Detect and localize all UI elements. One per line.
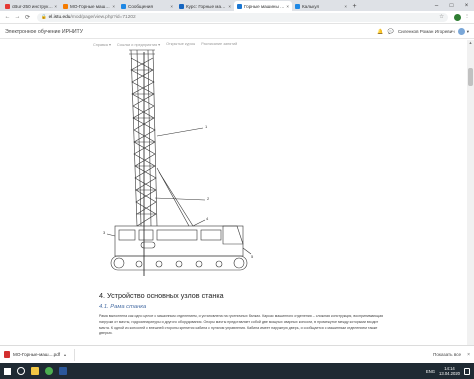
address-bar-row: ← → ⟳ 🔒 el.istu.edu /mod/page/view.php?i… <box>0 11 474 24</box>
drawing-label-1: 1 <box>205 124 208 129</box>
tab-favicon-icon <box>179 3 184 9</box>
tab-close-icon[interactable]: × <box>286 4 289 9</box>
download-options-caret-icon[interactable]: ▴ <box>64 352 66 357</box>
user-menu-caret-icon[interactable]: ▾ <box>467 29 469 35</box>
language-indicator[interactable]: ENG <box>426 369 435 374</box>
site-name-link[interactable]: Электронное обучение ИРНИТУ <box>5 29 83 35</box>
tab-close-icon[interactable]: × <box>344 4 347 9</box>
forward-button[interactable]: → <box>13 13 22 22</box>
tab-title: Горные машины и оборудование <box>244 3 285 9</box>
browser-tab-strip: cBur-250 инструкция - Яндекс×МО-Горные м… <box>0 0 474 11</box>
section-heading: 4. Устройство основных узлов станка <box>99 291 224 300</box>
tab-favicon-icon <box>63 3 68 9</box>
tab-list: cBur-250 инструкция - Яндекс×МО-Горные м… <box>0 0 350 11</box>
browser-profile-avatar[interactable] <box>454 13 461 21</box>
drilling-rig-drawing: 1 2 3 4 5 <box>103 49 254 276</box>
tab-close-icon[interactable]: × <box>228 4 231 9</box>
tab-close-icon[interactable]: × <box>170 4 173 9</box>
taskbar-search-button[interactable] <box>14 363 28 379</box>
url-path: /mod/page/view.php?id=71202 <box>70 14 136 20</box>
drawing-label-3: 3 <box>103 230 106 235</box>
clock-date: 13.04.2020 <box>439 371 460 376</box>
maximize-button[interactable]: □ <box>444 0 459 11</box>
tab-title: Курс: Горные машины <box>186 3 228 9</box>
tab-favicon-icon <box>121 3 126 9</box>
nav-schedule[interactable]: Расписание занятий <box>201 42 237 46</box>
show-all-downloads-link[interactable]: Показать все <box>433 352 461 357</box>
tab-close-icon[interactable]: × <box>112 4 115 9</box>
browser-tab[interactable]: cBur-250 инструкция - Яндекс× <box>2 1 60 11</box>
drawing-label-2: 2 <box>207 196 210 201</box>
browser-tab[interactable]: Калькул × <box>292 1 350 11</box>
notifications-bell-icon[interactable]: 🔔 <box>377 29 383 35</box>
minimize-button[interactable]: – <box>429 0 444 11</box>
tab-favicon-icon <box>5 3 10 9</box>
browser-tab[interactable]: Горные машины и оборудование× <box>234 1 292 11</box>
nav-links[interactable]: Ссылки и предприятия ▾ <box>117 42 160 47</box>
browser-tab[interactable]: МО-Горные машины × <box>60 1 118 11</box>
lock-icon: 🔒 <box>41 14 47 19</box>
user-menu-area: 🔔 💬 Силенков Роман Игоревич ▾ <box>377 28 469 35</box>
subsection-heading: 4.1. Рама станка <box>99 304 147 310</box>
browser-menu-icon[interactable]: ⋮ <box>463 13 471 21</box>
explorer-icon <box>31 367 39 375</box>
os-taskbar: ENG 14:14 13.04.2020 <box>0 363 474 379</box>
nav-help[interactable]: Справка ▾ <box>93 42 111 47</box>
download-shelf: МО-Горные-маш....pdf ▴ Показать все × <box>0 345 474 363</box>
back-button[interactable]: ← <box>3 13 12 22</box>
notification-center-icon[interactable] <box>464 367 470 375</box>
user-name[interactable]: Силенков Роман Игоревич <box>398 29 455 34</box>
page-content: 1 2 3 4 5 4. Устройство основных узлов с… <box>93 48 391 350</box>
tab-favicon-icon <box>237 3 242 9</box>
taskbar-explorer-button[interactable] <box>28 363 42 379</box>
close-window-button[interactable]: × <box>459 0 474 11</box>
new-tab-button[interactable]: + <box>350 1 359 11</box>
start-button[interactable] <box>0 363 14 379</box>
taskbar-chrome-button[interactable] <box>42 363 56 379</box>
word-icon <box>59 367 67 375</box>
chrome-icon <box>45 367 53 375</box>
browser-tab[interactable]: Сообщения × <box>118 1 176 11</box>
system-tray: ENG 14:14 13.04.2020 <box>426 366 474 376</box>
site-header: Электронное обучение ИРНИТУ 🔔 💬 Силенков… <box>0 25 474 39</box>
close-download-shelf-icon[interactable]: × <box>467 352 470 358</box>
download-item[interactable]: МО-Горные-маш....pdf ▴ <box>4 348 76 361</box>
reload-button[interactable]: ⟳ <box>23 13 32 22</box>
bookmark-star-icon[interactable]: ☆ <box>439 14 444 20</box>
window-controls: – □ × <box>429 0 474 11</box>
clock[interactable]: 14:14 13.04.2020 <box>439 366 460 376</box>
tab-favicon-icon <box>295 3 300 9</box>
body-paragraph: Рама выполнена как одно целое с машинным… <box>99 314 384 336</box>
url-host: el.istu.edu <box>48 14 71 20</box>
download-file-name: МО-Горные-маш....pdf <box>13 352 61 357</box>
page-scrollbar[interactable]: ▲ ▼ <box>467 40 474 354</box>
search-icon <box>17 367 25 375</box>
tab-title: МО-Горные машины <box>70 3 112 9</box>
windows-logo-icon <box>3 367 11 375</box>
site-nav: Справка ▾ Ссылки и предприятия ▾ Открыты… <box>93 41 237 47</box>
tab-close-icon[interactable]: × <box>54 4 57 9</box>
url-field[interactable]: 🔒 el.istu.edu /mod/page/view.php?id=7120… <box>37 12 448 22</box>
nav-open-courses[interactable]: Открытые курсы <box>166 42 195 46</box>
taskbar-apps <box>14 363 70 379</box>
scroll-up-arrow-icon[interactable]: ▲ <box>467 40 474 46</box>
drawing-label-4: 4 <box>206 216 209 221</box>
messages-icon[interactable]: 💬 <box>388 29 394 35</box>
tab-title: Калькул <box>302 3 320 9</box>
scroll-thumb[interactable] <box>468 68 473 86</box>
tab-title: cBur-250 инструкция - Яндекс <box>12 3 54 9</box>
user-avatar[interactable] <box>457 28 465 35</box>
tab-title: Сообщения <box>128 3 153 9</box>
browser-tab[interactable]: Курс: Горные машины× <box>176 1 234 11</box>
pdf-file-icon <box>4 351 10 358</box>
taskbar-word-button[interactable] <box>56 363 70 379</box>
drawing-label-5: 5 <box>251 254 254 259</box>
